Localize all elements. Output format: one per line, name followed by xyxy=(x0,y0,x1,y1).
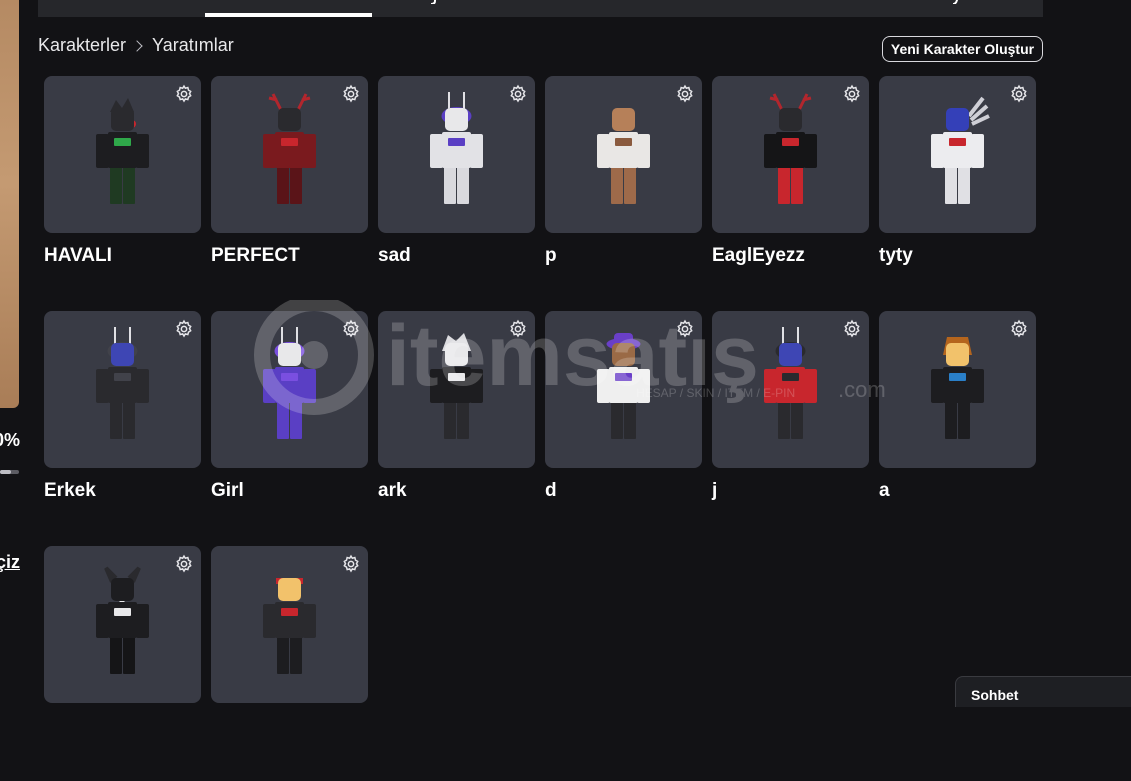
character-thumbnail[interactable] xyxy=(545,76,702,233)
gear-icon[interactable] xyxy=(341,319,361,339)
character-thumbnail[interactable] xyxy=(378,76,535,233)
left-link[interactable]: çiz xyxy=(0,552,20,573)
character-name: a xyxy=(879,480,890,501)
left-progress-bar xyxy=(0,470,19,474)
left-percent-text: 0% xyxy=(0,430,20,450)
character-name: EaglEyezz xyxy=(712,245,805,266)
character-card-6[interactable]: tyty xyxy=(879,76,1036,311)
breadcrumb-current: Yaratımlar xyxy=(152,35,234,55)
character-card-3[interactable]: sad xyxy=(378,76,535,311)
gear-icon[interactable] xyxy=(508,319,528,339)
character-name: sad xyxy=(378,245,411,266)
gear-icon[interactable] xyxy=(174,319,194,339)
character-thumbnail[interactable] xyxy=(44,546,201,703)
character-card-5[interactable]: EaglEyezz xyxy=(712,76,869,311)
character-name: j xyxy=(712,480,718,501)
gear-icon[interactable] xyxy=(1009,319,1029,339)
breadcrumb-parent[interactable]: Karakterler xyxy=(38,35,126,56)
character-card-13[interactable] xyxy=(44,546,201,781)
gear-icon[interactable] xyxy=(508,84,528,104)
create-character-button[interactable]: Yeni Karakter Oluştur xyxy=(882,36,1043,62)
character-name: p xyxy=(545,245,557,266)
character-grid: HAVALI PERFECT sad p EaglEyezz tyty Erke… xyxy=(44,76,1036,781)
character-card-4[interactable]: p xyxy=(545,76,702,311)
character-card-14[interactable] xyxy=(211,546,368,781)
character-name: tyty xyxy=(879,245,913,266)
character-name: d xyxy=(545,480,557,501)
left-progress-fill xyxy=(0,470,12,474)
character-card-12[interactable]: a xyxy=(879,311,1036,546)
gear-icon[interactable] xyxy=(174,84,194,104)
character-name: Erkek xyxy=(44,480,96,501)
character-card-1[interactable]: HAVALI xyxy=(44,76,201,311)
character-name: HAVALI xyxy=(44,245,112,266)
gear-icon[interactable] xyxy=(174,554,194,574)
gear-icon[interactable] xyxy=(341,84,361,104)
chat-toggle[interactable]: Sohbet xyxy=(955,676,1131,707)
character-thumbnail[interactable] xyxy=(712,311,869,468)
character-thumbnail[interactable] xyxy=(211,546,368,703)
gear-icon[interactable] xyxy=(341,554,361,574)
tab-label-fragment xyxy=(430,0,436,4)
chevron-right-icon xyxy=(131,39,143,52)
left-preview-image xyxy=(0,0,19,408)
character-name: PERFECT xyxy=(211,245,300,266)
tab-active-indicator[interactable] xyxy=(205,13,372,17)
character-card-9[interactable]: ark xyxy=(378,311,535,546)
character-thumbnail[interactable] xyxy=(879,311,1036,468)
character-thumbnail[interactable] xyxy=(879,76,1036,233)
gear-icon[interactable] xyxy=(1009,84,1029,104)
character-thumbnail[interactable] xyxy=(44,76,201,233)
character-card-2[interactable]: PERFECT xyxy=(211,76,368,311)
left-panel: 0% çiz xyxy=(0,0,20,707)
gear-icon[interactable] xyxy=(675,319,695,339)
character-thumbnail[interactable] xyxy=(378,311,535,468)
character-card-11[interactable]: j xyxy=(712,311,869,546)
character-thumbnail[interactable] xyxy=(712,76,869,233)
character-name: Girl xyxy=(211,480,244,501)
character-card-10[interactable]: d xyxy=(545,311,702,546)
character-name: ark xyxy=(378,480,407,501)
character-thumbnail[interactable] xyxy=(545,311,702,468)
gear-icon[interactable] xyxy=(675,84,695,104)
character-card-8[interactable]: Girl xyxy=(211,311,368,546)
tab-label-fragment xyxy=(952,0,959,4)
breadcrumb: Karakterler Yaratımlar xyxy=(38,35,234,56)
character-thumbnail[interactable] xyxy=(211,311,368,468)
character-card-7[interactable]: Erkek xyxy=(44,311,201,546)
gear-icon[interactable] xyxy=(842,84,862,104)
character-thumbnail[interactable] xyxy=(44,311,201,468)
character-thumbnail[interactable] xyxy=(211,76,368,233)
tab-bar xyxy=(38,0,1043,17)
gear-icon[interactable] xyxy=(842,319,862,339)
